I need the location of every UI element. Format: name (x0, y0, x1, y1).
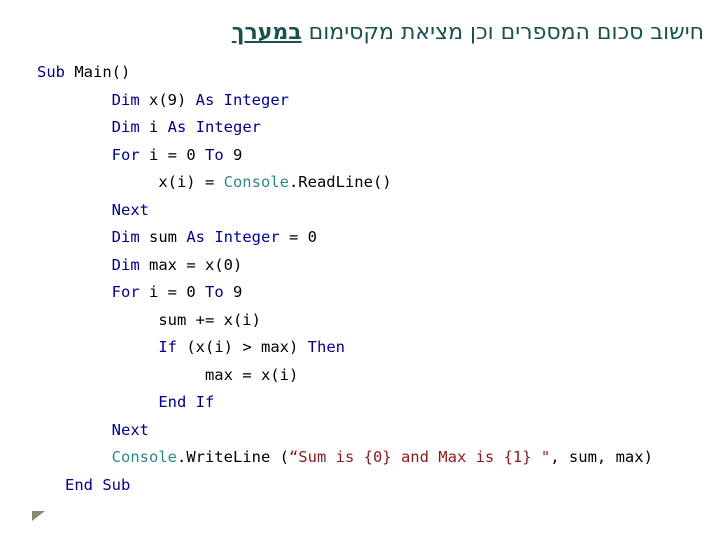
slide-title: חישוב סכום המספרים וכן מציאת מקסימום במע… (0, 20, 704, 45)
code-text: .ReadLine() (288, 173, 392, 191)
code-text: max = x(0) (139, 255, 243, 274)
code-text: i (139, 118, 168, 136)
code-keyword: Dim (111, 118, 140, 136)
code-text: .WriteLine ( (176, 448, 289, 466)
code-keyword: Next (111, 200, 149, 219)
code-keyword: Dim (111, 228, 140, 246)
code-line: Dim sum As Integer = 0 (37, 224, 653, 252)
code-line: Next (37, 197, 653, 225)
code-keyword: To (204, 145, 224, 164)
code-text: max = x(i) (37, 365, 299, 384)
code-line: Next (37, 417, 653, 445)
code-keyword: Dim (111, 255, 140, 274)
code-keyword: As (195, 90, 215, 109)
code-keyword: End If (158, 393, 215, 411)
code-text: 9 (223, 145, 243, 164)
code-keyword: Then (307, 338, 345, 356)
code-keyword: For (111, 283, 140, 301)
code-keyword: End Sub (65, 475, 131, 494)
code-line: If (x(i) > max) Then (37, 334, 653, 362)
code-keyword: Integer (195, 118, 261, 136)
code-text: sum (139, 228, 187, 246)
code-class-name: Console (111, 448, 177, 466)
code-line: sum += x(i) (37, 307, 653, 335)
code-text: sum += x(i) (37, 310, 261, 329)
code-keyword: Sub (37, 63, 65, 81)
code-line: End If (37, 389, 653, 417)
code-block: Sub Main() Dim x(9) As Integer Dim i As … (37, 59, 653, 499)
code-line: Console.WriteLine (“Sum is {0} and Max i… (37, 444, 653, 472)
code-line: For i = 0 To 9 (37, 142, 653, 170)
code-line: Dim max = x(0) (37, 252, 653, 280)
code-keyword: As (167, 118, 187, 136)
code-text: Main() (65, 63, 131, 81)
code-text: i = 0 (139, 283, 205, 301)
code-line: Sub Main() (37, 59, 653, 87)
code-keyword: Integer (223, 90, 289, 109)
code-line: For i = 0 To 9 (37, 279, 653, 307)
code-keyword: Integer (214, 228, 280, 246)
code-keyword: Next (111, 420, 149, 439)
slide-corner-marker (32, 511, 45, 521)
code-class-name: Console (223, 173, 289, 191)
title-emphasis: במערך (231, 20, 302, 45)
code-line: max = x(i) (37, 362, 653, 390)
code-line: End Sub (37, 472, 653, 500)
code-text: , sum, max) (550, 448, 653, 466)
code-text: = 0 (279, 228, 317, 246)
code-text: x(i) = (37, 173, 224, 191)
code-text: i = 0 (139, 145, 205, 164)
code-line: x(i) = Console.ReadLine() (37, 169, 653, 197)
code-text: 9 (223, 283, 243, 301)
code-string: “Sum is {0} and Max is {1} " (288, 448, 551, 466)
code-line: Dim i As Integer (37, 114, 653, 142)
code-keyword: Dim (111, 90, 140, 109)
code-keyword: If (158, 338, 177, 356)
code-line: Dim x(9) As Integer (37, 87, 653, 115)
code-keyword: To (204, 283, 224, 301)
code-keyword: As (186, 228, 205, 246)
title-text: חישוב סכום המספרים וכן מציאת מקסימום (301, 20, 704, 45)
code-text: x(9) (139, 90, 196, 109)
code-keyword: For (111, 145, 140, 164)
code-text: (x(i) > max) (177, 338, 308, 356)
